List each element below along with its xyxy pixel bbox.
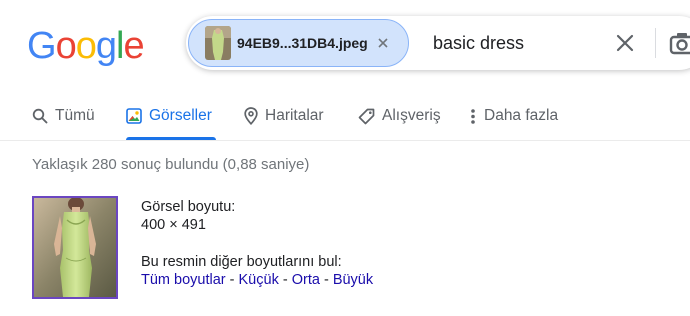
more-vert-icon (471, 108, 475, 124)
tab-all[interactable]: Tümü (32, 104, 95, 128)
all-sizes-link[interactable]: Tüm boyutlar (141, 272, 226, 288)
image-icon (126, 108, 142, 124)
other-sizes-label: Bu resmin diğer boyutlarını bul: (141, 254, 342, 270)
tab-label: Daha fazla (484, 107, 559, 124)
search-input[interactable]: basic dress (433, 33, 524, 54)
tabs-divider (0, 140, 690, 141)
small-size-link[interactable]: Küçük (239, 272, 279, 288)
search-image-chip[interactable]: 94EB9...31DB4.jpeg (188, 19, 409, 67)
tab-label: Alışveriş (382, 107, 441, 124)
tab-label: Haritalar (265, 107, 324, 124)
image-size-label: Görsel boyutu: (141, 199, 236, 215)
dress-photo (34, 198, 116, 297)
link-separator: - (225, 272, 239, 288)
size-links: Tüm boyutlar - Küçük - Orta - Büyük (141, 271, 373, 289)
logo-letter: g (95, 25, 117, 67)
google-logo[interactable]: G o o g l e (27, 22, 145, 67)
logo-letter: l (115, 25, 125, 67)
logo-letter: o (55, 25, 77, 67)
search-divider (655, 28, 656, 58)
link-separator: - (278, 272, 292, 288)
link-separator: - (319, 272, 333, 288)
tab-more[interactable]: Daha fazla (470, 104, 558, 128)
medium-size-link[interactable]: Orta (292, 272, 320, 288)
clear-icon[interactable] (614, 32, 636, 54)
tab-shopping[interactable]: Alışveriş (358, 104, 441, 128)
tab-label: Görseller (149, 107, 212, 124)
chip-thumbnail (205, 26, 231, 60)
result-stats: Yaklaşık 280 sonuç bulundu (0,88 saniye) (32, 156, 310, 173)
tab-maps[interactable]: Haritalar (244, 104, 324, 128)
image-size-value: 400 × 491 (141, 217, 206, 233)
logo-letter: e (123, 25, 144, 67)
logo-letter: G (27, 25, 57, 67)
map-pin-icon (244, 107, 258, 125)
search-icon (32, 108, 48, 124)
search-bar[interactable]: 94EB9...31DB4.jpeg basic dress (186, 16, 690, 70)
google-image-results-page: G o o g l e 94EB9...31DB4.jpeg basic dre… (0, 0, 690, 316)
chip-close-icon[interactable] (377, 37, 389, 49)
camera-icon[interactable] (669, 31, 690, 55)
image-info: Görsel boyutu: 400 × 491 Bu resmin diğer… (141, 198, 373, 289)
tab-images[interactable]: Görseller (126, 104, 212, 128)
search-tabs: Tümü Görseller Haritalar Alışveriş Daha … (0, 100, 690, 140)
tag-icon (358, 108, 375, 124)
logo-letter: o (75, 25, 97, 67)
tab-label: Tümü (55, 107, 95, 124)
query-image-thumbnail[interactable] (32, 196, 118, 299)
large-size-link[interactable]: Büyük (333, 272, 373, 288)
chip-filename: 94EB9...31DB4.jpeg (237, 35, 368, 51)
